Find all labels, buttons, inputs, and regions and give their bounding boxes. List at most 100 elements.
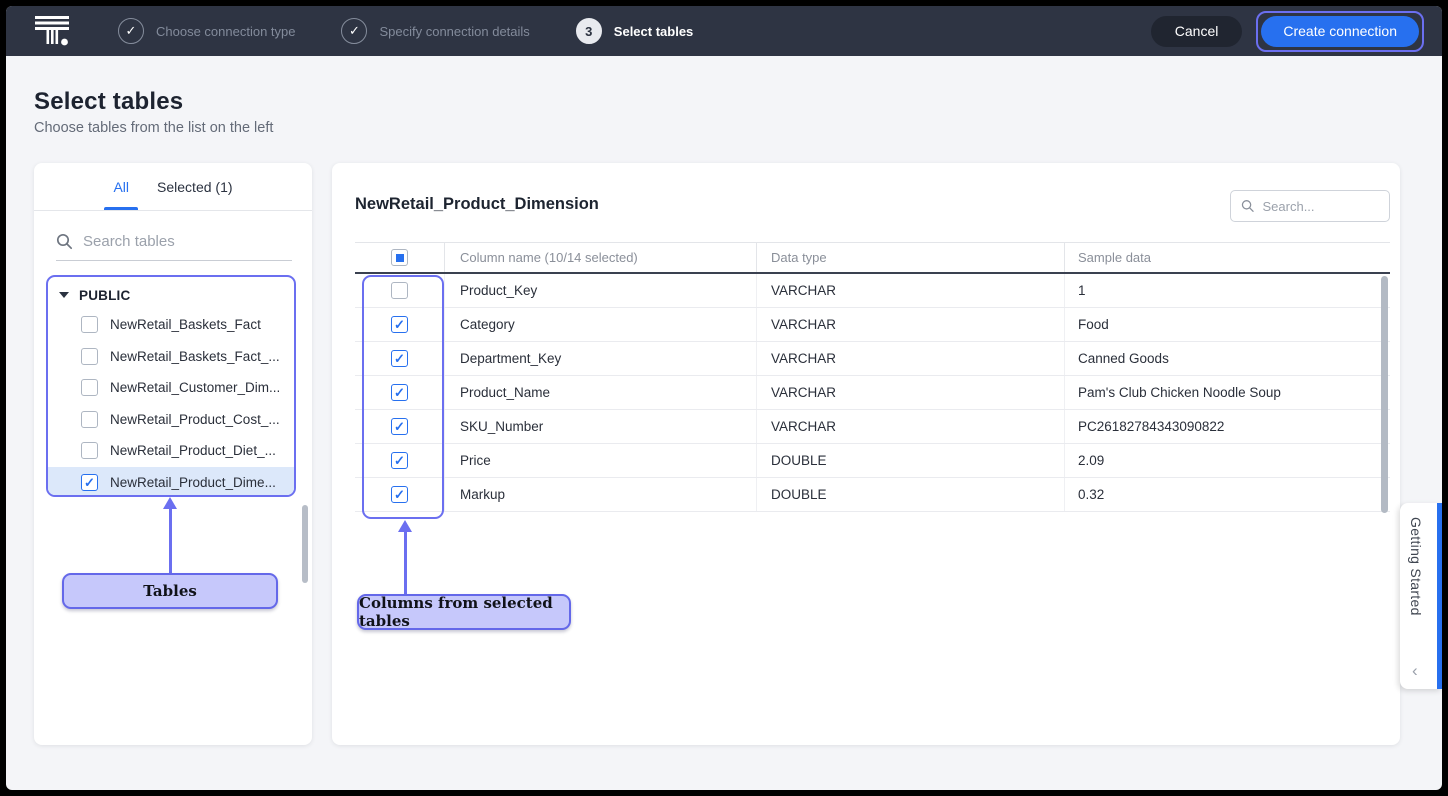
columns-search-input[interactable] xyxy=(1263,199,1380,214)
top-bar: ✓ Choose connection type ✓ Specify conne… xyxy=(6,6,1442,56)
column-checkbox[interactable] xyxy=(391,418,408,435)
table-tree-item[interactable]: NewRetail_Product_Diet_... xyxy=(48,435,294,467)
create-connection-highlight-outline: Create connection xyxy=(1256,11,1424,52)
step-select-tables[interactable]: 3 Select tables xyxy=(576,18,694,44)
step-specify-connection-details[interactable]: ✓ Specify connection details xyxy=(341,18,529,44)
header-checkbox-cell xyxy=(355,243,445,272)
column-checkbox[interactable] xyxy=(391,316,408,333)
table-checkbox[interactable] xyxy=(81,474,98,491)
tables-list-panel: All Selected (1) PUBLIC NewRetail_Basket… xyxy=(34,163,312,745)
table-row: Product_KeyVARCHAR1 xyxy=(355,274,1390,308)
step-done-check-icon: ✓ xyxy=(118,18,144,44)
column-checkbox[interactable] xyxy=(391,350,408,367)
step-number-badge: 3 xyxy=(576,18,602,44)
data-type-cell: VARCHAR xyxy=(757,342,1065,375)
thoughtspot-logo-icon xyxy=(34,13,72,49)
table-tree-item[interactable]: NewRetail_Product_Cost_... xyxy=(48,404,294,436)
column-name-cell: Category xyxy=(445,308,757,341)
table-tree-item[interactable]: NewRetail_Baskets_Fact xyxy=(48,309,294,341)
table-name: NewRetail_Baskets_Fact_... xyxy=(110,349,280,364)
row-checkbox-cell xyxy=(355,444,445,477)
table-row: CategoryVARCHARFood xyxy=(355,308,1390,342)
columns-annotation-label: Columns from selected tables xyxy=(357,594,571,630)
column-name-cell: Markup xyxy=(445,478,757,511)
row-checkbox-cell xyxy=(355,342,445,375)
table-row: SKU_NumberVARCHARPC26182784343090822 xyxy=(355,410,1390,444)
data-type-cell: VARCHAR xyxy=(757,376,1065,409)
table-checkbox[interactable] xyxy=(81,348,98,365)
wizard-stepper: ✓ Choose connection type ✓ Specify conne… xyxy=(118,18,693,44)
search-icon xyxy=(1241,198,1255,214)
columns-search xyxy=(1230,190,1390,222)
sample-data-cell: Canned Goods xyxy=(1065,342,1390,375)
table-tree-item[interactable]: NewRetail_Customer_Dim... xyxy=(48,372,294,404)
column-name-cell: SKU_Number xyxy=(445,410,757,443)
column-checkbox[interactable] xyxy=(391,282,408,299)
getting-started-label: Getting Started xyxy=(1408,517,1424,616)
tab-selected[interactable]: Selected (1) xyxy=(157,163,232,210)
column-checkbox[interactable] xyxy=(391,486,408,503)
tables-search-input[interactable] xyxy=(83,233,292,250)
page-title: Select tables xyxy=(34,88,183,116)
sample-data-cell: PC26182784343090822 xyxy=(1065,410,1390,443)
app-window: ✓ Choose connection type ✓ Specify conne… xyxy=(6,6,1442,790)
table-name: NewRetail_Baskets_Fact xyxy=(110,317,261,332)
row-checkbox-cell xyxy=(355,376,445,409)
column-name-cell: Price xyxy=(445,444,757,477)
tables-annotation-label: Tables xyxy=(62,573,278,609)
column-name-cell: Department_Key xyxy=(445,342,757,375)
cancel-button[interactable]: Cancel xyxy=(1151,16,1243,47)
columns-table-body: Product_KeyVARCHAR1CategoryVARCHARFoodDe… xyxy=(355,274,1390,512)
step-label: Specify connection details xyxy=(379,24,529,39)
sample-data-cell: 1 xyxy=(1065,274,1390,307)
create-connection-button[interactable]: Create connection xyxy=(1261,16,1419,47)
column-name-cell: Product_Name xyxy=(445,376,757,409)
table-name: NewRetail_Product_Cost_... xyxy=(110,412,280,427)
step-label: Select tables xyxy=(614,24,694,39)
left-panel-scrollbar[interactable] xyxy=(302,505,308,583)
data-type-cell: VARCHAR xyxy=(757,410,1065,443)
row-checkbox-cell xyxy=(355,274,445,307)
table-tree-items: NewRetail_Baskets_Fact NewRetail_Baskets_… xyxy=(48,309,294,497)
columns-table-scrollbar[interactable] xyxy=(1381,276,1388,513)
search-icon xyxy=(56,233,73,250)
table-tree-item[interactable]: NewRetail_Baskets_Fact_... xyxy=(48,341,294,373)
sample-data-cell: 2.09 xyxy=(1065,444,1390,477)
table-row: Department_KeyVARCHARCanned Goods xyxy=(355,342,1390,376)
table-name: NewRetail_Product_Dime... xyxy=(110,475,276,490)
step-choose-connection-type[interactable]: ✓ Choose connection type xyxy=(118,18,295,44)
tables-list-tabs: All Selected (1) xyxy=(34,163,312,211)
table-checkbox[interactable] xyxy=(81,379,98,396)
data-type-cell: DOUBLE xyxy=(757,444,1065,477)
columns-annotation-arrow xyxy=(404,531,407,594)
selected-table-title: NewRetail_Product_Dimension xyxy=(355,195,599,214)
table-tree-item[interactable]: NewRetail_Product_Dime... xyxy=(48,467,294,498)
table-name: NewRetail_Customer_Dim... xyxy=(110,380,280,395)
table-checkbox[interactable] xyxy=(81,411,98,428)
data-type-cell: VARCHAR xyxy=(757,274,1065,307)
page-subtitle: Choose tables from the list on the left xyxy=(34,120,273,136)
table-row: MarkupDOUBLE0.32 xyxy=(355,478,1390,512)
chevron-down-icon[interactable] xyxy=(59,292,69,298)
data-type-cell: VARCHAR xyxy=(757,308,1065,341)
columns-panel: NewRetail_Product_Dimension Column name … xyxy=(332,163,1400,745)
column-checkbox[interactable] xyxy=(391,452,408,469)
row-checkbox-cell xyxy=(355,308,445,341)
column-checkbox[interactable] xyxy=(391,384,408,401)
screenshot-frame: ✓ Choose connection type ✓ Specify conne… xyxy=(0,0,1448,796)
tab-all[interactable]: All xyxy=(113,163,129,210)
chevron-left-icon[interactable]: ‹ xyxy=(1412,661,1418,681)
sample-data-cell: 0.32 xyxy=(1065,478,1390,511)
table-name: NewRetail_Product_Diet_... xyxy=(110,443,276,458)
tables-search xyxy=(56,223,292,261)
step-label: Choose connection type xyxy=(156,24,295,39)
row-checkbox-cell xyxy=(355,410,445,443)
data-type-cell: DOUBLE xyxy=(757,478,1065,511)
row-checkbox-cell xyxy=(355,478,445,511)
schema-row[interactable]: PUBLIC xyxy=(48,281,294,309)
getting-started-tab[interactable]: Getting Started ‹ xyxy=(1400,503,1442,689)
schema-name: PUBLIC xyxy=(79,288,130,303)
table-checkbox[interactable] xyxy=(81,442,98,459)
table-checkbox[interactable] xyxy=(81,316,98,333)
select-all-checkbox[interactable] xyxy=(391,249,408,266)
